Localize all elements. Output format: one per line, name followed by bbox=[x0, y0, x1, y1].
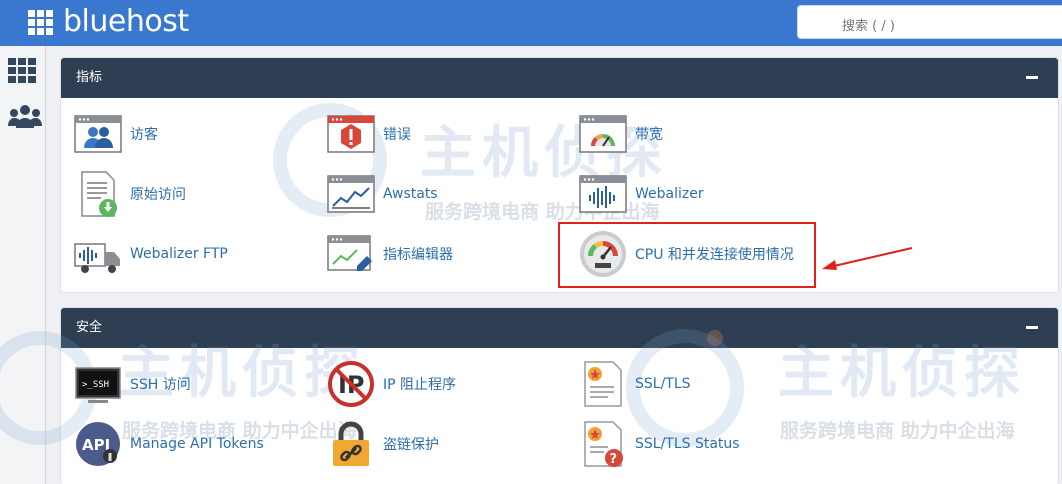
metrics-item-label: 原始访问 bbox=[130, 187, 186, 203]
metrics-item-awstats[interactable]: Awstats bbox=[327, 170, 438, 218]
security-item-api-tokens[interactable]: API Manage API Tokens bbox=[74, 420, 264, 468]
highlight-box bbox=[558, 222, 816, 288]
metrics-item-raw-access[interactable]: 原始访问 bbox=[74, 170, 186, 218]
security-item-label: SSH 访问 bbox=[130, 377, 191, 393]
bluehost-logo[interactable]: bluehost bbox=[28, 7, 189, 37]
security-item-ssh[interactable]: >_SSH SSH 访问 bbox=[74, 360, 191, 408]
security-item-ssl-tls-status[interactable]: ? SSL/TLS Status bbox=[579, 420, 740, 468]
metrics-editor-icon bbox=[327, 235, 372, 271]
ssl-tls-icon bbox=[584, 361, 622, 407]
bandwidth-icon bbox=[579, 115, 627, 153]
metrics-item-label: 错误 bbox=[383, 127, 411, 143]
security-item-label: IP 阻止程序 bbox=[383, 377, 457, 393]
metrics-item-visitors[interactable]: 访客 bbox=[74, 110, 158, 158]
raw-access-icon bbox=[81, 171, 117, 217]
sidebar bbox=[0, 46, 46, 484]
security-item-label: SSL/TLS bbox=[635, 376, 691, 392]
metrics-item-metrics-editor[interactable]: 指标编辑器 bbox=[327, 230, 453, 278]
metrics-item-label: Webalizer bbox=[635, 186, 704, 202]
svg-text:?: ? bbox=[610, 452, 618, 467]
users-icon[interactable] bbox=[8, 104, 42, 130]
metrics-item-errors[interactable]: 错误 bbox=[327, 110, 411, 158]
metrics-panel-title: 指标 bbox=[76, 70, 103, 85]
webalizer-ftp-icon bbox=[74, 243, 120, 273]
metrics-item-label: 指标编辑器 bbox=[383, 247, 453, 263]
metrics-item-label: 访客 bbox=[130, 127, 158, 143]
security-item-hotlink-protection[interactable]: 盗链保护 bbox=[327, 420, 439, 468]
metrics-item-bandwidth[interactable]: 带宽 bbox=[579, 110, 663, 158]
logo-grid-icon bbox=[28, 9, 53, 35]
security-panel-header[interactable]: 安全 bbox=[61, 308, 1058, 348]
security-item-ip-blocker[interactable]: IP IP 阻止程序 bbox=[327, 360, 456, 408]
webalizer-icon bbox=[579, 175, 627, 213]
ip-blocker-icon: IP bbox=[328, 361, 374, 407]
red-arrow-icon bbox=[822, 247, 913, 270]
ssh-icon: >_SSH bbox=[75, 367, 121, 403]
metrics-item-label: Awstats bbox=[383, 186, 438, 202]
metrics-item-webalizer-ftp[interactable]: Webalizer FTP bbox=[74, 230, 228, 278]
svg-text:>_SSH: >_SSH bbox=[82, 380, 109, 390]
security-item-label: SSL/TLS Status bbox=[635, 436, 740, 452]
metrics-item-label: 带宽 bbox=[635, 127, 663, 143]
errors-icon bbox=[327, 115, 375, 153]
metrics-panel-header[interactable]: 指标 bbox=[61, 58, 1058, 98]
security-item-ssl-tls[interactable]: SSL/TLS bbox=[579, 360, 691, 408]
security-panel-title: 安全 bbox=[76, 320, 103, 335]
api-tokens-icon: API bbox=[76, 422, 120, 466]
top-bar: bluehost 搜索 ( / ) bbox=[0, 0, 1062, 46]
collapse-icon[interactable] bbox=[1026, 326, 1038, 329]
logo-text: bluehost bbox=[63, 4, 189, 39]
awstats-icon bbox=[327, 175, 375, 213]
hotlink-protection-icon bbox=[333, 421, 369, 466]
collapse-icon[interactable] bbox=[1026, 76, 1038, 79]
visitors-icon bbox=[74, 115, 122, 153]
home-grid-icon[interactable] bbox=[8, 58, 36, 83]
metrics-item-webalizer[interactable]: Webalizer bbox=[579, 170, 704, 218]
ssl-tls-status-icon: ? bbox=[584, 421, 623, 467]
security-item-label: Manage API Tokens bbox=[130, 436, 264, 452]
metrics-item-label: Webalizer FTP bbox=[130, 246, 228, 262]
search-input[interactable]: 搜索 ( / ) bbox=[797, 5, 1062, 39]
security-item-label: 盗链保护 bbox=[383, 437, 439, 453]
